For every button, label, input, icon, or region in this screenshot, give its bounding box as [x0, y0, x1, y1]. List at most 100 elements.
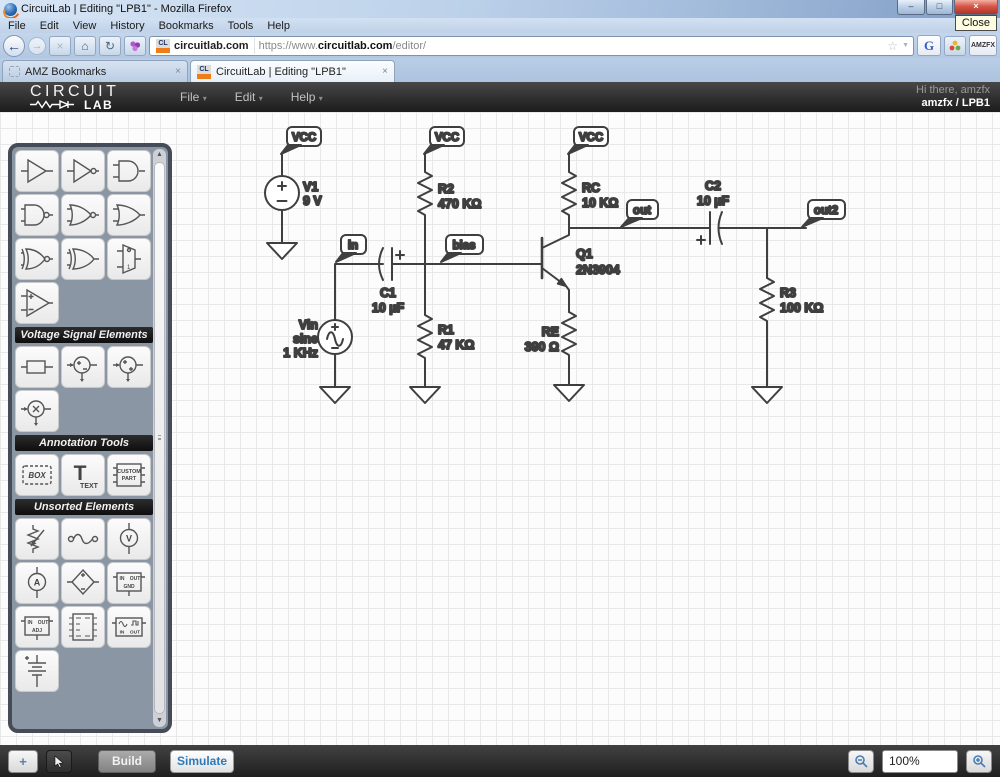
- component-c1-capacitor[interactable]: C1 10 µF: [372, 248, 405, 315]
- flag-in[interactable]: in: [336, 235, 366, 262]
- url-dropdown-icon[interactable]: ▼: [902, 42, 909, 49]
- svg-text:VCC: VCC: [579, 132, 603, 144]
- wire-out2-net[interactable]: [719, 228, 806, 278]
- component-r1-resistor[interactable]: R1 47 KΩ: [410, 264, 474, 403]
- tab-amz-bookmarks[interactable]: AMZ Bookmarks ×: [2, 60, 188, 82]
- component-v1-voltage-source[interactable]: V1 9 V: [265, 154, 322, 259]
- menu-view[interactable]: View: [73, 20, 97, 32]
- palette-item-battery[interactable]: [15, 650, 59, 692]
- google-search-button[interactable]: G: [917, 35, 941, 56]
- component-re-resistor[interactable]: RE 390 Ω: [525, 312, 584, 401]
- ammeter-icon: A: [17, 565, 57, 601]
- flag-vcc-2[interactable]: VCC: [424, 127, 464, 154]
- flag-bias[interactable]: bias: [441, 235, 483, 262]
- extension-button[interactable]: [944, 36, 966, 56]
- scrollbar-thumb[interactable]: [154, 162, 165, 714]
- palette-item-custom-part[interactable]: CUSTOMPART: [107, 454, 151, 496]
- url-text[interactable]: https://www.circuitlab.com/editor/: [259, 40, 884, 52]
- bookmark-star-icon[interactable]: ☆: [887, 39, 898, 53]
- reload-button[interactable]: ↻: [99, 36, 121, 56]
- firefox-window: CircuitLab | Editing "LPB1" - Mozilla Fi…: [0, 0, 1000, 777]
- palette-scrollbar[interactable]: ▲ ▼: [153, 149, 166, 727]
- summer-icon: [63, 349, 103, 385]
- menu-bookmarks[interactable]: Bookmarks: [159, 20, 214, 32]
- navigation-bar: ← → × ⌂ ↻ CL circuitlab.com https://www.…: [0, 33, 1000, 58]
- palette-item-buffer[interactable]: [15, 150, 59, 192]
- tab-circuitlab[interactable]: CL CircuitLab | Editing "LPB1" ×: [190, 60, 395, 82]
- palette-item-xnor[interactable]: [15, 238, 59, 280]
- palette-item-or[interactable]: [107, 194, 151, 236]
- menu-tools[interactable]: Tools: [228, 20, 254, 32]
- location-bar[interactable]: CL circuitlab.com https://www.circuitlab…: [149, 36, 914, 56]
- forward-button[interactable]: →: [28, 37, 46, 55]
- palette-item-box-annotation[interactable]: BOX: [15, 454, 59, 496]
- back-button[interactable]: ←: [3, 35, 25, 57]
- palette-item-xor[interactable]: [61, 238, 105, 280]
- opamp-icon: [17, 285, 57, 321]
- palette-item-multiplier[interactable]: [15, 390, 59, 432]
- voltmeter-icon: V: [109, 521, 149, 557]
- app-menu-file[interactable]: File ▾: [180, 90, 207, 104]
- component-r3-resistor[interactable]: R3 100 KΩ: [752, 278, 823, 403]
- breadcrumb[interactable]: amzfx / LPB1: [916, 97, 990, 110]
- palette-item-converter[interactable]: INOUT: [107, 606, 151, 648]
- close-button[interactable]: ×: [954, 0, 998, 15]
- component-vin-sine-source[interactable]: Vin sine 1 KHz: [283, 318, 352, 403]
- flag-vcc-1[interactable]: VCC: [281, 127, 321, 154]
- palette-item-summer[interactable]: [61, 346, 105, 388]
- menu-edit[interactable]: Edit: [40, 20, 59, 32]
- palette-item-dependent-source[interactable]: [61, 562, 105, 604]
- palette-item-regulator-adj[interactable]: INOUTADJ: [15, 606, 59, 648]
- component-c2-capacitor[interactable]: C2 10 µF: [697, 179, 730, 244]
- zoom-in-button[interactable]: [966, 750, 992, 773]
- amzfx-button[interactable]: AMZ FX: [969, 35, 997, 56]
- tab-close-icon[interactable]: ×: [382, 66, 388, 77]
- flag-out[interactable]: out: [621, 200, 658, 227]
- addon-icon-button[interactable]: [124, 36, 146, 56]
- component-q1-transistor[interactable]: Q1 2N3904: [542, 228, 620, 312]
- palette-item-mux[interactable]: 1: [107, 238, 151, 280]
- maximize-button[interactable]: □: [926, 0, 953, 15]
- scroll-up-icon[interactable]: ▲: [153, 149, 166, 161]
- multiplier-icon: [17, 393, 57, 429]
- title-bar[interactable]: CircuitLab | Editing "LPB1" - Mozilla Fi…: [0, 0, 1000, 18]
- svg-text:10 µF: 10 µF: [697, 194, 730, 208]
- tab-close-icon[interactable]: ×: [175, 66, 181, 77]
- palette-item-ammeter[interactable]: A: [15, 562, 59, 604]
- app-menu-edit[interactable]: Edit ▾: [235, 90, 263, 104]
- palette-item-regulator[interactable]: INOUTGND: [107, 562, 151, 604]
- scroll-down-icon[interactable]: ▼: [153, 715, 166, 727]
- app-menu-help[interactable]: Help ▾: [291, 90, 323, 104]
- select-tool-button[interactable]: [46, 750, 72, 773]
- palette-item-nor[interactable]: [61, 194, 105, 236]
- simulate-button[interactable]: Simulate: [170, 750, 234, 773]
- flag-out2[interactable]: out2: [802, 200, 845, 227]
- palette-item-wavy-element[interactable]: [61, 518, 105, 560]
- minimize-button[interactable]: –: [897, 0, 925, 15]
- pan-tool-button[interactable]: +: [8, 750, 38, 773]
- zoom-out-button[interactable]: [848, 750, 874, 773]
- circuitlab-logo[interactable]: CIRCUIT LAB: [30, 84, 150, 111]
- palette-item-voltmeter[interactable]: V: [107, 518, 151, 560]
- palette-item-inverter[interactable]: [61, 150, 105, 192]
- menu-help[interactable]: Help: [267, 20, 290, 32]
- palette-item-text-annotation[interactable]: TTEXT: [61, 454, 105, 496]
- menu-file[interactable]: File: [8, 20, 26, 32]
- palette-item-nand[interactable]: [15, 194, 59, 236]
- nor-gate-icon: [63, 197, 103, 233]
- site-identity-chip[interactable]: CL circuitlab.com: [154, 38, 255, 54]
- palette-item-summer-2[interactable]: [107, 346, 151, 388]
- palette-item-transfer-block[interactable]: [15, 346, 59, 388]
- palette-item-ic-block[interactable]: [61, 606, 105, 648]
- stop-button[interactable]: ×: [49, 36, 71, 56]
- palette-item-potentiometer[interactable]: [15, 518, 59, 560]
- zoom-level-input[interactable]: [882, 750, 958, 773]
- component-rc-resistor[interactable]: RC 10 KΩ: [562, 154, 618, 228]
- palette-item-opamp[interactable]: [15, 282, 59, 324]
- flag-vcc-3[interactable]: VCC: [568, 127, 608, 154]
- build-button[interactable]: Build: [98, 750, 156, 773]
- menu-history[interactable]: History: [110, 20, 144, 32]
- home-button[interactable]: ⌂: [74, 36, 96, 56]
- palette-item-and[interactable]: [107, 150, 151, 192]
- svg-text:C2: C2: [705, 179, 721, 193]
